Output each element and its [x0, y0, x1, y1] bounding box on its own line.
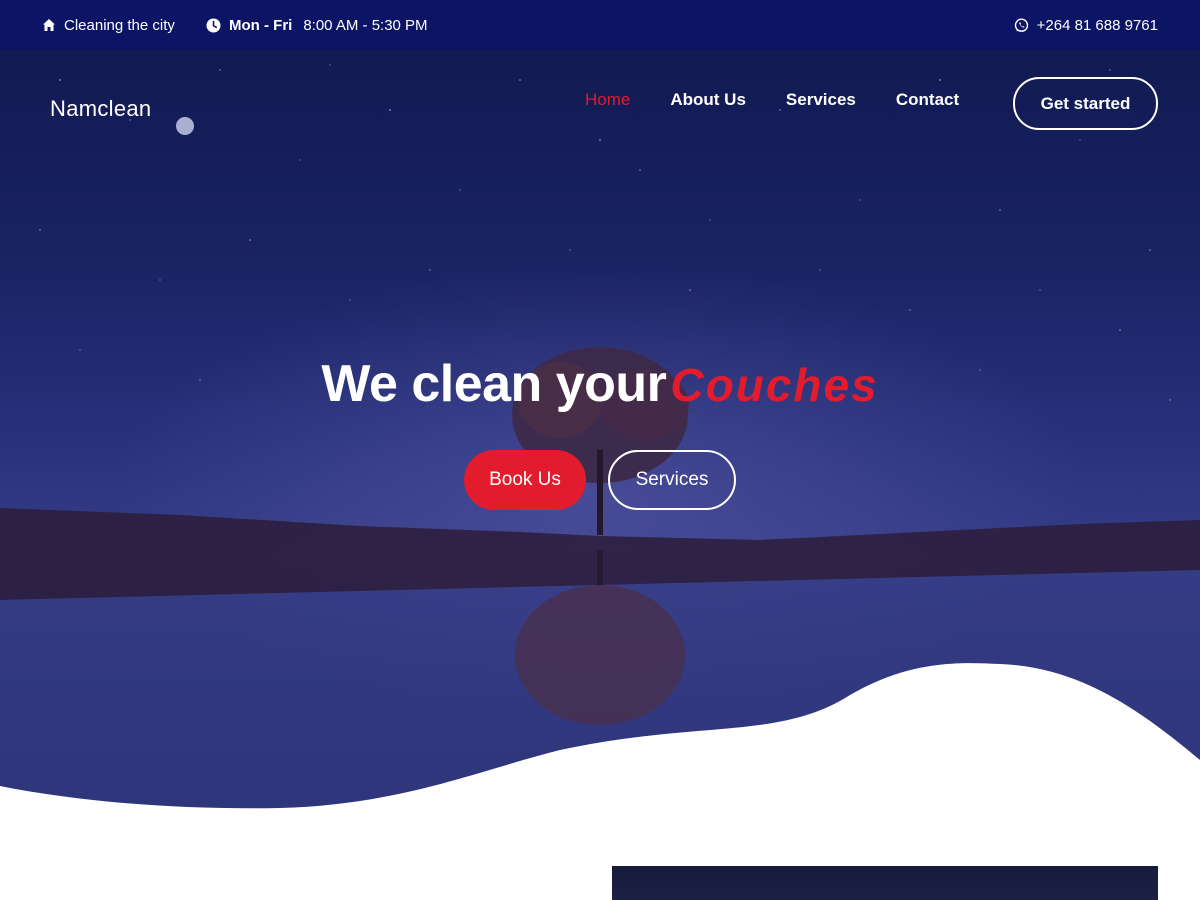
- hero-section: Namclean Home About Us Services Contact …: [0, 50, 1200, 900]
- city-text: Cleaning the city: [64, 16, 175, 34]
- hero-headline: We clean yourCouches: [0, 354, 1200, 414]
- hours-text: 8:00 AM - 5:30 PM: [303, 16, 428, 34]
- hero-headline-text: We clean your: [321, 355, 667, 413]
- home-icon: [42, 18, 56, 32]
- whatsapp-icon: [1014, 17, 1029, 33]
- phone-info[interactable]: +264 81 688 9761: [1014, 0, 1158, 50]
- brand-logo[interactable]: Namclean: [50, 96, 151, 122]
- nav-services[interactable]: Services: [786, 90, 856, 110]
- nav-contact[interactable]: Contact: [896, 90, 959, 110]
- location-info: Cleaning the city: [42, 0, 175, 50]
- hero-wave-divider: [0, 663, 1200, 900]
- get-started-button[interactable]: Get started: [1013, 77, 1158, 130]
- phone-text[interactable]: +264 81 688 9761: [1037, 17, 1158, 34]
- section-image: [612, 866, 1158, 900]
- hero-headline-accent: Couches: [670, 359, 879, 411]
- clock-icon: [206, 18, 221, 33]
- book-us-button[interactable]: Book Us: [464, 450, 586, 510]
- days-text: Mon - Fri: [229, 16, 293, 34]
- nav-home[interactable]: Home: [585, 90, 630, 110]
- services-button[interactable]: Services: [608, 450, 736, 510]
- main-nav: Home About Us Services Contact: [585, 90, 999, 110]
- hours-info: Mon - Fri 8:00 AM - 5:30 PM: [206, 0, 428, 50]
- top-info-bar: Cleaning the city Mon - Fri 8:00 AM - 5:…: [0, 0, 1200, 50]
- nav-about-us[interactable]: About Us: [670, 90, 746, 110]
